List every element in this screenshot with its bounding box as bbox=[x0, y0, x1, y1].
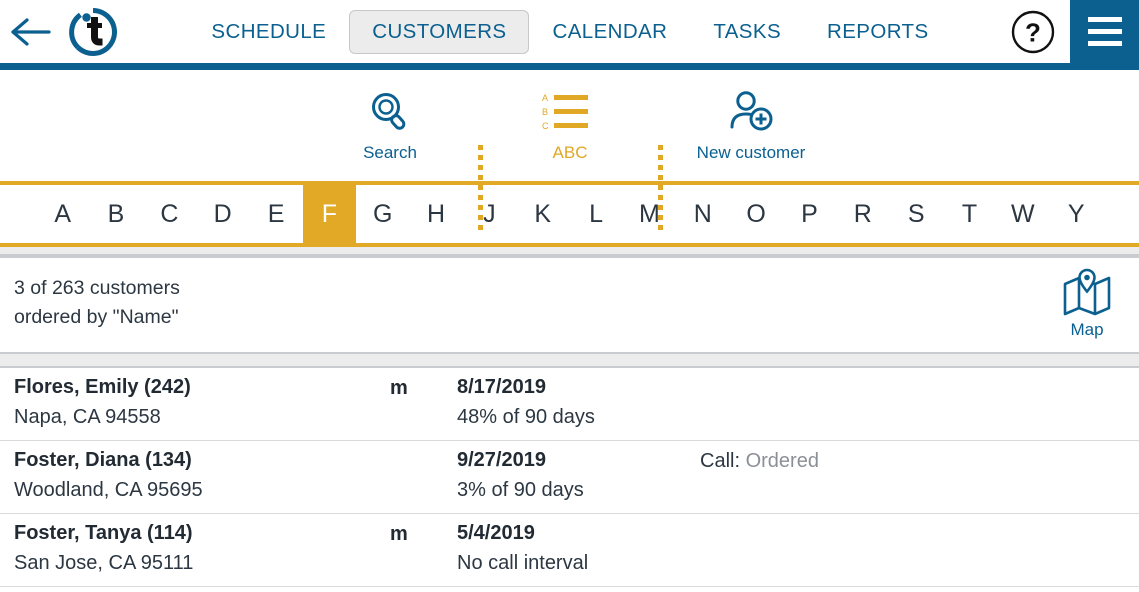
alpha-letter-p[interactable]: P bbox=[783, 185, 836, 243]
customer-address: Woodland, CA 95695 bbox=[14, 479, 203, 501]
tab-schedule[interactable]: SCHEDULE bbox=[188, 10, 349, 54]
call-value: Ordered bbox=[745, 450, 819, 472]
svg-text:A: A bbox=[542, 93, 548, 103]
header-blue-rule bbox=[0, 63, 1139, 70]
map-button[interactable]: Map bbox=[1051, 268, 1123, 340]
svg-text:C: C bbox=[542, 121, 549, 131]
call-label: Call: bbox=[700, 450, 746, 472]
abc-sort-button[interactable]: A B C ABC bbox=[520, 70, 620, 181]
add-person-icon bbox=[727, 87, 775, 137]
new-customer-label: New customer bbox=[696, 143, 806, 162]
alpha-letter-o[interactable]: O bbox=[729, 185, 782, 243]
svg-text:?: ? bbox=[1025, 17, 1041, 47]
back-arrow-icon bbox=[11, 17, 51, 46]
alpha-letter-k[interactable]: K bbox=[516, 185, 569, 243]
section-spacer-bottom bbox=[0, 352, 1139, 368]
customer-flag: m bbox=[390, 377, 408, 399]
customer-interval: 3% of 90 days bbox=[457, 479, 584, 501]
tab-tasks[interactable]: TASKS bbox=[690, 10, 804, 54]
alpha-letter-b[interactable]: B bbox=[89, 185, 142, 243]
customer-date: 8/17/2019 bbox=[457, 376, 546, 398]
section-spacer-top bbox=[0, 247, 1139, 258]
table-row[interactable]: Foster, Tanya (114) San Jose, CA 95111 m… bbox=[0, 514, 1139, 587]
sort-order-line: ordered by "Name" bbox=[14, 306, 179, 328]
alpha-letter-w[interactable]: W bbox=[996, 185, 1049, 243]
alpha-letter-l[interactable]: L bbox=[569, 185, 622, 243]
customer-address: Napa, CA 94558 bbox=[14, 406, 161, 428]
tab-reports[interactable]: REPORTS bbox=[804, 10, 952, 54]
alpha-letter-c[interactable]: C bbox=[143, 185, 196, 243]
map-label: Map bbox=[1070, 320, 1104, 339]
map-pin-icon bbox=[1063, 268, 1111, 316]
alpha-letter-m[interactable]: M bbox=[623, 185, 676, 243]
alpha-letter-h[interactable]: H bbox=[409, 185, 462, 243]
customer-date: 9/27/2019 bbox=[457, 449, 546, 471]
customer-count-line: 3 of 263 customers bbox=[14, 277, 180, 299]
app-logo[interactable] bbox=[62, 0, 124, 63]
alpha-letter-d[interactable]: D bbox=[196, 185, 249, 243]
tab-calendar[interactable]: CALENDAR bbox=[529, 10, 690, 54]
back-button[interactable] bbox=[0, 0, 62, 63]
action-toolbar: Search A B C ABC New customer bbox=[0, 70, 1139, 235]
customer-name: Foster, Diana (134) bbox=[14, 449, 192, 471]
table-row[interactable]: Flores, Emily (242) Napa, CA 94558 m 8/1… bbox=[0, 368, 1139, 441]
svg-text:B: B bbox=[542, 107, 548, 117]
customer-interval: No call interval bbox=[457, 552, 589, 574]
hamburger-bar-2 bbox=[1087, 29, 1122, 34]
top-navigation-bar: SCHEDULE CUSTOMERS CALENDAR TASKS REPORT… bbox=[0, 0, 1139, 63]
table-row[interactable]: Foster, Diana (134) Woodland, CA 95695 9… bbox=[0, 441, 1139, 514]
magnifier-icon bbox=[367, 87, 413, 137]
alpha-letter-n[interactable]: N bbox=[676, 185, 729, 243]
nav-tab-list: SCHEDULE CUSTOMERS CALENDAR TASKS REPORT… bbox=[124, 9, 996, 54]
customer-call-status: Call: Ordered bbox=[700, 450, 819, 473]
abc-label: ABC bbox=[552, 143, 588, 162]
alpha-letter-r[interactable]: R bbox=[836, 185, 889, 243]
alpha-letter-f[interactable]: F bbox=[302, 185, 357, 243]
customer-flag: m bbox=[390, 523, 408, 545]
help-button[interactable]: ? bbox=[996, 0, 1070, 63]
hamburger-bar-1 bbox=[1087, 17, 1122, 22]
alpha-letter-g[interactable]: G bbox=[356, 185, 409, 243]
customer-interval: 48% of 90 days bbox=[457, 406, 595, 428]
customer-name: Foster, Tanya (114) bbox=[14, 522, 193, 544]
search-label: Search bbox=[363, 143, 417, 162]
toolbar-divider-1 bbox=[478, 145, 483, 235]
abc-sort-icon: A B C bbox=[540, 87, 600, 137]
alpha-letter-t[interactable]: T bbox=[943, 185, 996, 243]
alpha-letter-y[interactable]: Y bbox=[1050, 185, 1103, 243]
main-menu-button[interactable] bbox=[1070, 0, 1139, 63]
alpha-letter-j[interactable]: J bbox=[463, 185, 516, 243]
help-icon: ? bbox=[1011, 10, 1055, 53]
customer-address: San Jose, CA 95111 bbox=[14, 552, 194, 574]
alpha-letter-a[interactable]: A bbox=[36, 185, 89, 243]
alpha-letter-e[interactable]: E bbox=[249, 185, 302, 243]
customer-name: Flores, Emily (242) bbox=[14, 376, 191, 398]
customer-list: Flores, Emily (242) Napa, CA 94558 m 8/1… bbox=[0, 368, 1139, 587]
search-button[interactable]: Search bbox=[330, 70, 450, 181]
toolbar-divider-2 bbox=[658, 145, 663, 235]
hamburger-bar-3 bbox=[1087, 41, 1122, 46]
alpha-letter-s[interactable]: S bbox=[890, 185, 943, 243]
logo-icon bbox=[69, 7, 117, 56]
new-customer-button[interactable]: New customer bbox=[690, 70, 812, 181]
tab-customers[interactable]: CUSTOMERS bbox=[349, 9, 530, 54]
list-summary-bar: 3 of 263 customers ordered by "Name" Map bbox=[0, 258, 1139, 352]
customer-date: 5/4/2019 bbox=[457, 522, 535, 544]
alphabet-filter-strip: A B C D E F G H J K L M N O P R S T W Y bbox=[0, 185, 1139, 243]
